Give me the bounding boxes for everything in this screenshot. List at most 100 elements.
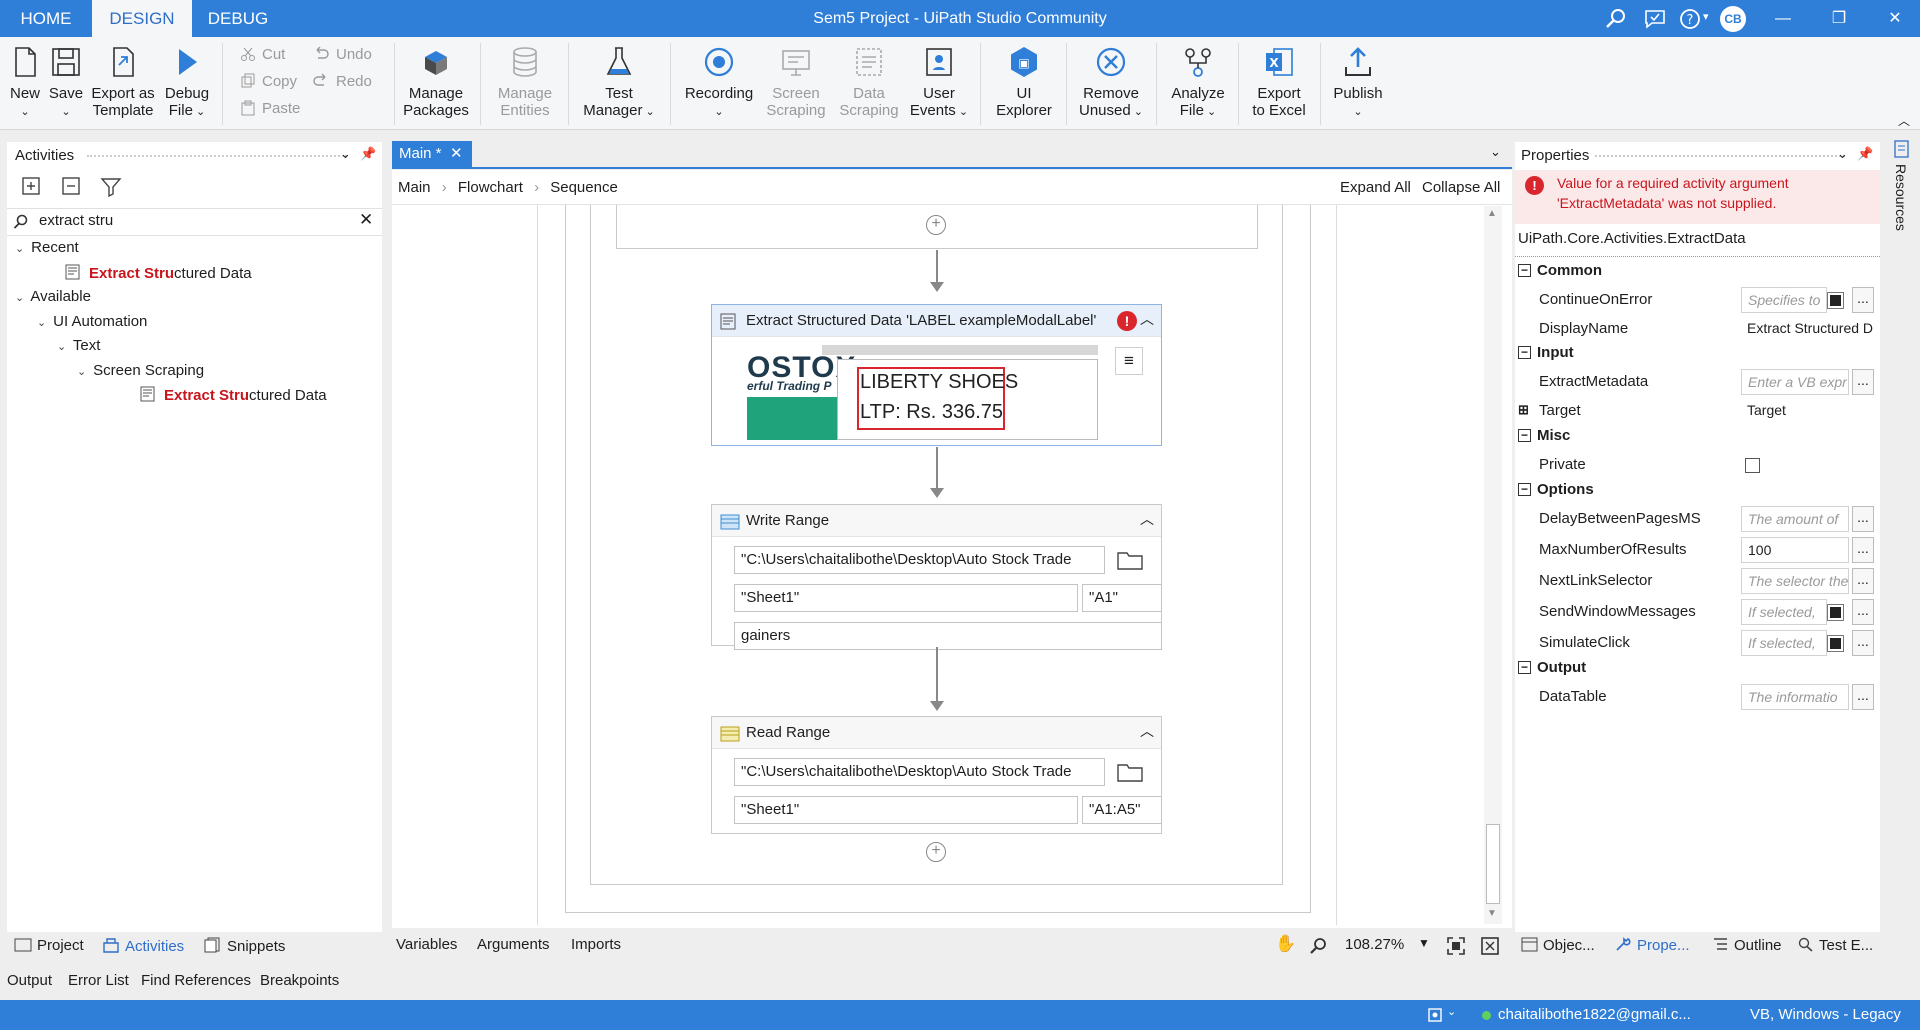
tab-outline[interactable]: Outline	[1712, 937, 1782, 954]
sheet-name-field[interactable]: "Sheet1"	[734, 796, 1078, 824]
export-to-excel-button[interactable]: X Export to Excel	[1248, 45, 1310, 119]
user-events-button[interactable]: User Events ⌄	[908, 45, 970, 121]
analyze-file-button[interactable]: Analyze File ⌄	[1166, 45, 1230, 121]
tree-item-screen-scraping[interactable]: ⌄ Screen Scraping	[77, 362, 204, 379]
tab-variables[interactable]: Variables	[396, 936, 457, 953]
expression-editor-button[interactable]: ...	[1852, 568, 1874, 594]
extract-metadata-input[interactable]: Enter a VB expr	[1741, 369, 1849, 395]
category-misc[interactable]: − Misc	[1515, 425, 1880, 449]
scroll-up-icon[interactable]: ▲	[1487, 208, 1497, 219]
send-window-messages-input[interactable]: If selected,	[1741, 599, 1827, 625]
panel-menu-icon[interactable]: ⌄	[340, 146, 351, 162]
private-checkbox[interactable]	[1745, 458, 1760, 473]
manage-entities-button[interactable]: Manage Entities	[492, 45, 558, 119]
designer-scrollbar[interactable]	[1484, 206, 1502, 924]
tab-project[interactable]: Project	[14, 937, 84, 954]
fit-to-screen-icon[interactable]	[1446, 936, 1466, 956]
tab-debug[interactable]: DEBUG	[192, 0, 284, 37]
start-cell-field[interactable]: "A1"	[1082, 584, 1162, 612]
data-scraping-button[interactable]: Data Scraping	[836, 45, 902, 119]
sheet-name-field[interactable]: "Sheet1"	[734, 584, 1078, 612]
debug-file-button[interactable]: Debug File ⌄	[162, 45, 212, 121]
collapse-all-icon[interactable]	[61, 176, 83, 198]
tree-item-recent[interactable]: ⌄ Recent	[15, 239, 79, 256]
zoom-dropdown-icon[interactable]: ▼	[1418, 936, 1430, 950]
tab-find-references[interactable]: Find References	[141, 972, 251, 989]
feedback-icon[interactable]	[1643, 7, 1667, 31]
write-range-activity[interactable]: Write Range ︿ "C:\Users\chaitalibothe\De…	[711, 504, 1162, 650]
avatar[interactable]: CB	[1720, 6, 1746, 32]
tree-item-ui-automation[interactable]: ⌄ UI Automation	[37, 313, 147, 330]
data-table-field[interactable]: gainers	[734, 622, 1162, 650]
collapse-ribbon-icon[interactable]: ︿	[1898, 112, 1910, 129]
error-icon[interactable]: !	[1117, 311, 1137, 331]
collapse-icon[interactable]: ︿	[1140, 721, 1154, 741]
expression-editor-button[interactable]: ...	[1852, 599, 1874, 625]
close-button[interactable]: ✕	[1872, 0, 1918, 37]
tab-test-explorer[interactable]: Test E...	[1797, 937, 1873, 954]
tab-snippets[interactable]: Snippets	[204, 937, 285, 955]
range-field[interactable]: "A1:A5"	[1082, 796, 1162, 824]
read-range-activity[interactable]: Read Range ︿ "C:\Users\chaitalibothe\Des…	[711, 716, 1162, 834]
undo-button[interactable]: Undo	[312, 46, 372, 63]
checkbox-icon[interactable]	[1827, 604, 1844, 621]
folder-icon[interactable]	[1117, 550, 1143, 570]
pin-icon[interactable]: 📌	[1857, 146, 1873, 162]
activities-search-input[interactable]: extract stru	[39, 212, 113, 229]
scrollbar-thumb[interactable]	[1486, 824, 1500, 904]
project-compatibility[interactable]: VB, Windows - Legacy	[1750, 1006, 1901, 1023]
search-icon[interactable]	[1604, 7, 1628, 31]
zoom-level[interactable]: 108.27%	[1345, 936, 1404, 953]
tab-arguments[interactable]: Arguments	[477, 936, 550, 953]
tab-home[interactable]: HOME	[0, 0, 92, 37]
zoom-icon[interactable]	[1309, 937, 1327, 955]
category-input[interactable]: − Input	[1515, 342, 1880, 366]
expression-editor-button[interactable]: ...	[1852, 684, 1874, 710]
breadcrumb-main[interactable]: Main	[398, 179, 431, 196]
clear-search-icon[interactable]: ✕	[359, 210, 373, 230]
checkbox-icon[interactable]	[1827, 635, 1844, 652]
panel-menu-icon[interactable]: ⌄	[1837, 146, 1848, 162]
new-button[interactable]: New ⌄	[6, 45, 44, 121]
expand-all-icon[interactable]	[21, 176, 43, 198]
tab-list-dropdown-icon[interactable]: ⌄	[1490, 144, 1501, 160]
checkbox-icon[interactable]	[1827, 292, 1844, 309]
resources-side-tab[interactable]: Resources	[1889, 140, 1917, 240]
category-output[interactable]: − Output	[1515, 657, 1880, 681]
tab-imports[interactable]: Imports	[571, 936, 621, 953]
breadcrumb-flowchart[interactable]: Flowchart	[458, 179, 523, 196]
tab-breakpoints[interactable]: Breakpoints	[260, 972, 339, 989]
workbook-path-field[interactable]: "C:\Users\chaitalibothe\Desktop\Auto Sto…	[734, 758, 1105, 786]
cut-button[interactable]: Cut	[240, 46, 285, 63]
pin-icon[interactable]: 📌	[360, 146, 376, 162]
publish-button[interactable]: Publish ⌄	[1330, 45, 1386, 121]
tab-design[interactable]: DESIGN	[92, 0, 192, 37]
tab-error-list[interactable]: Error List	[68, 972, 129, 989]
expression-editor-button[interactable]: ...	[1852, 506, 1874, 532]
tree-item-extract-structured-data[interactable]: Extract Structured Data	[140, 386, 327, 404]
screen-scraping-button[interactable]: Screen Scraping	[764, 45, 828, 119]
expression-editor-button[interactable]: ...	[1852, 537, 1874, 563]
display-name-input[interactable]: Extract Structured D	[1741, 316, 1877, 342]
collapse-all-link[interactable]: Collapse All	[1422, 179, 1500, 196]
tab-object-repository[interactable]: Objec...	[1521, 937, 1595, 954]
breadcrumb-sequence[interactable]: Sequence	[550, 179, 618, 196]
target-value[interactable]: Target	[1741, 398, 1849, 424]
hand-pan-icon[interactable]: ✋	[1275, 934, 1296, 954]
hamburger-menu-icon[interactable]: ≡	[1115, 347, 1143, 375]
orchestrator-icon[interactable]	[1428, 1008, 1442, 1022]
redo-button[interactable]: Redo	[312, 73, 372, 90]
tab-main-xaml[interactable]: Main * ✕	[392, 141, 472, 167]
simulate-click-input[interactable]: If selected,	[1741, 630, 1827, 656]
max-results-input[interactable]: 100	[1741, 537, 1849, 563]
add-activity-icon[interactable]: +	[926, 842, 946, 862]
tab-output[interactable]: Output	[7, 972, 52, 989]
expression-editor-button[interactable]: ...	[1852, 369, 1874, 395]
continue-on-error-input[interactable]: Specifies to	[1741, 287, 1827, 313]
tree-item-recent-extract-structured-data[interactable]: Extract Structured Data	[65, 264, 252, 282]
extract-structured-data-activity[interactable]: Extract Structured Data 'LABEL exampleMo…	[711, 304, 1162, 446]
ui-explorer-button[interactable]: ▣ UI Explorer	[992, 45, 1056, 119]
delay-input[interactable]: The amount of	[1741, 506, 1849, 532]
tree-item-text[interactable]: ⌄ Text	[57, 337, 100, 354]
workbook-path-field[interactable]: "C:\Users\chaitalibothe\Desktop\Auto Sto…	[734, 546, 1105, 574]
